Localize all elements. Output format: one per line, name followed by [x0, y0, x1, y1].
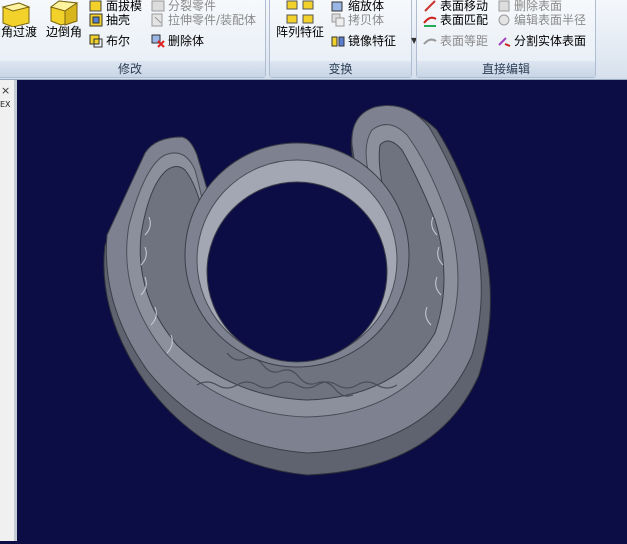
shell-icon	[89, 13, 103, 27]
split-part-icon	[151, 0, 165, 12]
fillet-label: 圆角过渡	[0, 25, 38, 39]
cad-part-model[interactable]	[17, 85, 627, 541]
delete-body-icon	[151, 34, 165, 48]
copy-body-label: 拷贝体	[348, 13, 385, 27]
delete-face-icon	[498, 0, 510, 12]
3d-viewport[interactable]	[17, 85, 627, 541]
match-face-icon	[423, 16, 437, 27]
split-solid-face-label: 分割实体表面	[514, 34, 587, 48]
copy-body-icon	[331, 13, 345, 27]
group-direct-edit-title: 直接编辑	[417, 61, 595, 77]
offset-face-icon	[423, 38, 437, 45]
mirror-feature-label: 镜像特征	[348, 34, 397, 48]
delete-body-label: 删除体	[168, 34, 205, 48]
extrude-part-label: 拉伸零件/装配体	[168, 13, 257, 27]
mirror-icon	[331, 36, 345, 47]
design-tree-panel: × EX	[0, 80, 15, 541]
edit-radius-icon	[498, 14, 510, 26]
ribbon-toolbar: 圆角过渡 边倒角 面拔模 抽壳 布尔 分裂零件 拉伸	[0, 0, 627, 80]
chamfer-label: 边倒角	[46, 25, 83, 39]
boolean-label: 布尔	[106, 34, 131, 48]
extrude-part-icon	[151, 13, 163, 27]
shell-label: 抽壳	[106, 13, 131, 27]
scale-icon	[331, 1, 343, 12]
offset-face-label: 表面等距	[440, 34, 489, 48]
boolean-icon	[89, 34, 103, 48]
array-feature-label: 阵列特征	[276, 25, 325, 39]
group-transform: 阵列特征 缩放体 拷贝体 镜像特征 ▼ 变换	[269, 0, 417, 78]
split-solid-icon	[498, 37, 511, 47]
group-direct-edit: 表面移动 删除表面 表面匹配 编辑表面半径 表面等距 分割实体表面 直接编辑	[416, 0, 596, 78]
group-modify-title: 修改	[0, 61, 265, 77]
group-transform-title: 变换	[270, 61, 411, 77]
group-modify: 圆角过渡 边倒角 面拔模 抽壳 布尔 分裂零件 拉伸	[0, 0, 266, 78]
match-face-label: 表面匹配	[440, 13, 489, 27]
close-icon[interactable]: ×	[1, 84, 10, 97]
panel-tab[interactable]: EX	[0, 100, 12, 112]
edit-radius-label: 编辑表面半径	[514, 13, 587, 27]
move-face-icon	[424, 0, 436, 12]
draft-icon	[89, 0, 102, 12]
